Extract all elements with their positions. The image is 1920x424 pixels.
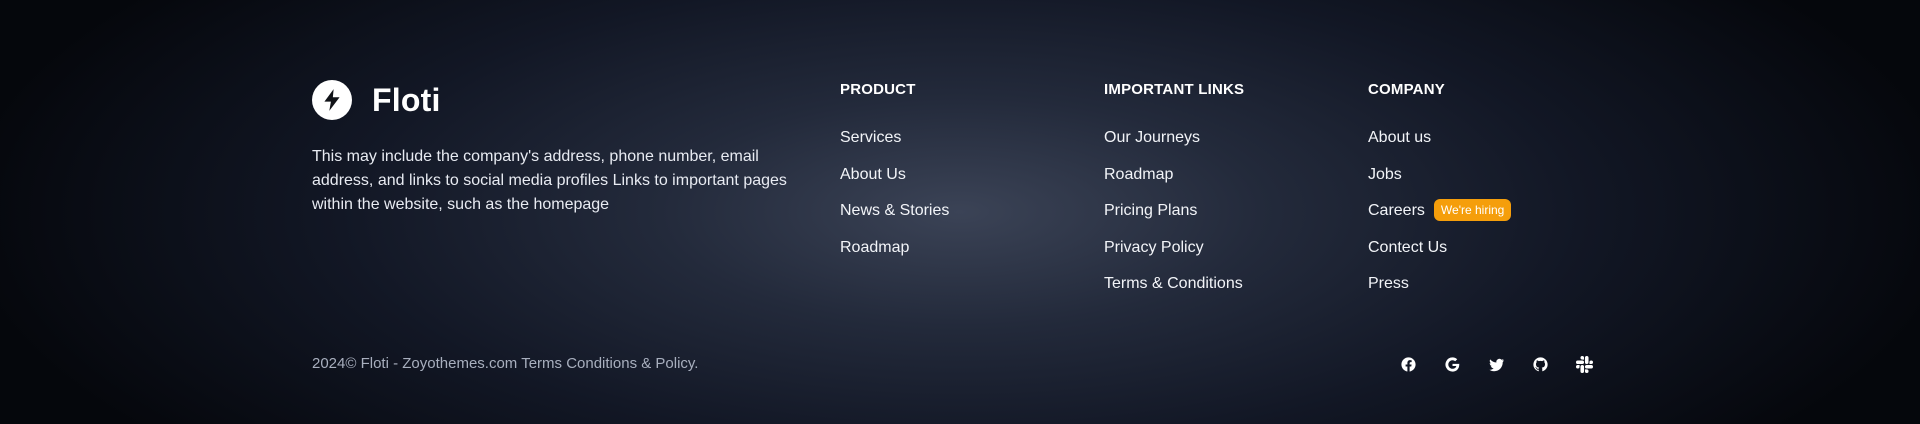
footer-link-news-stories[interactable]: News & Stories bbox=[840, 201, 949, 238]
twitter-icon[interactable] bbox=[1485, 353, 1507, 375]
google-icon[interactable] bbox=[1441, 353, 1463, 375]
footer-link-about-us[interactable]: About us bbox=[1368, 128, 1511, 165]
footer-link-about-us[interactable]: About Us bbox=[840, 165, 949, 202]
social-links bbox=[1397, 353, 1617, 375]
footer-column-product: PRODUCT Services About Us News & Stories… bbox=[840, 80, 949, 274]
link-text[interactable]: News & Stories bbox=[840, 201, 949, 221]
column-title: COMPANY bbox=[1368, 81, 1445, 98]
footer-link-press[interactable]: Press bbox=[1368, 274, 1511, 311]
facebook-icon[interactable] bbox=[1397, 353, 1419, 375]
link-text[interactable]: Roadmap bbox=[840, 238, 909, 258]
link-list: About us Jobs Careers We're hiring Conte… bbox=[1368, 128, 1512, 311]
footer-link-privacy-policy[interactable]: Privacy Policy bbox=[1104, 238, 1244, 275]
link-text[interactable]: Terms & Conditions bbox=[1104, 274, 1243, 294]
link-text[interactable]: Roadmap bbox=[1104, 165, 1173, 185]
link-text[interactable]: Careers bbox=[1368, 201, 1425, 221]
link-text[interactable]: Services bbox=[840, 128, 901, 148]
link-text[interactable]: Our Journeys bbox=[1104, 128, 1200, 148]
brand-logo-link[interactable]: Floti bbox=[312, 80, 802, 120]
copyright-text: 2024© Floti - Zoyothemes.com Terms Condi… bbox=[312, 355, 699, 372]
footer-link-services[interactable]: Services bbox=[840, 128, 949, 165]
link-text[interactable]: Contect Us bbox=[1368, 238, 1447, 258]
footer-link-careers[interactable]: Careers We're hiring bbox=[1368, 199, 1512, 238]
column-title: IMPORTANT LINKS bbox=[1104, 81, 1245, 98]
github-icon[interactable] bbox=[1529, 353, 1551, 375]
footer-link-our-journeys[interactable]: Our Journeys bbox=[1104, 128, 1244, 165]
link-text[interactable]: About Us bbox=[840, 165, 906, 185]
link-text[interactable]: About us bbox=[1368, 128, 1431, 148]
lightning-bolt-icon bbox=[312, 80, 352, 120]
link-list: Our Journeys Roadmap Pricing Plans Priva… bbox=[1104, 128, 1244, 311]
footer-link-contact-us[interactable]: Contect Us bbox=[1368, 238, 1511, 275]
brand-description: This may include the company's address, … bbox=[312, 148, 787, 213]
footer-brand: Floti This may include the company's add… bbox=[312, 80, 802, 217]
slack-icon[interactable] bbox=[1573, 353, 1595, 375]
footer-column-company: COMPANY About us Jobs Careers We're hiri… bbox=[1368, 80, 1512, 311]
column-title: PRODUCT bbox=[840, 81, 916, 98]
footer-link-terms-conditions[interactable]: Terms & Conditions bbox=[1104, 274, 1244, 311]
footer-column-important-links: IMPORTANT LINKS Our Journeys Roadmap Pri… bbox=[1104, 80, 1244, 311]
link-text[interactable]: Press bbox=[1368, 274, 1409, 294]
link-text[interactable]: Jobs bbox=[1368, 165, 1402, 185]
hiring-badge: We're hiring bbox=[1433, 199, 1512, 221]
footer-link-roadmap[interactable]: Roadmap bbox=[840, 238, 949, 275]
site-footer: Floti This may include the company's add… bbox=[0, 0, 1920, 424]
footer-link-pricing-plans[interactable]: Pricing Plans bbox=[1104, 201, 1244, 238]
link-text[interactable]: Pricing Plans bbox=[1104, 201, 1197, 221]
brand-name: Floti bbox=[372, 82, 441, 118]
footer-link-roadmap[interactable]: Roadmap bbox=[1104, 165, 1244, 202]
footer-link-jobs[interactable]: Jobs bbox=[1368, 165, 1511, 202]
link-text[interactable]: Privacy Policy bbox=[1104, 238, 1204, 258]
link-list: Services About Us News & Stories Roadmap bbox=[840, 128, 949, 274]
